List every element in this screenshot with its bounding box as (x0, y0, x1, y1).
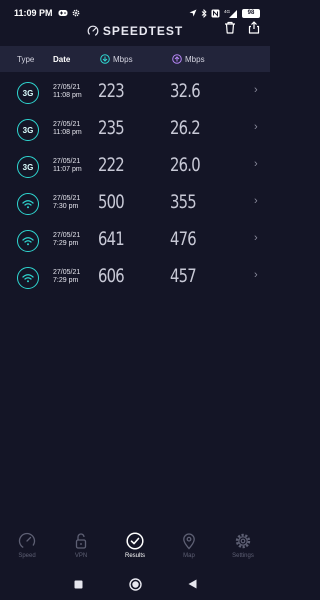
cellular-3g-icon: 3G (17, 82, 39, 104)
upload-value: 26.2 (170, 117, 201, 139)
nav-vpn[interactable]: VPN (54, 532, 108, 559)
results-table-header: Type Date Mbps Mbps (0, 46, 270, 72)
bottom-navigation: Speed VPN Results Map Settings (0, 532, 270, 568)
app-header: SPEEDTEST (0, 20, 270, 42)
nav-speed[interactable]: Speed (0, 532, 54, 559)
result-time: 11:07 pm (53, 166, 82, 173)
nav-vpn-label: VPN (74, 553, 88, 559)
wifi-icon (17, 193, 39, 215)
result-date: 27/05/21 (53, 195, 81, 202)
gauge-icon (87, 25, 99, 37)
download-value: 235 (98, 117, 125, 139)
download-arrow-icon (100, 54, 110, 64)
settings-gear-icon (72, 9, 79, 17)
table-row[interactable]: 3G 27/05/21 11:08 pm 223 32.6 › (0, 74, 270, 111)
chevron-right-icon: › (254, 232, 258, 244)
app-title: SPEEDTEST (102, 24, 184, 38)
share-icon[interactable] (248, 21, 260, 34)
result-datetime: 27/05/21 11:08 pm (53, 84, 82, 100)
result-time: 7:30 pm (53, 203, 79, 210)
chevron-right-icon: › (254, 121, 258, 133)
back-triangle-icon[interactable] (188, 579, 197, 589)
upload-value: 26.0 (170, 154, 201, 176)
result-date: 27/05/21 (53, 269, 81, 276)
checkmark-circle-icon (126, 532, 144, 550)
svg-text:4G: 4G (224, 9, 231, 14)
location-arrow-icon (189, 9, 197, 17)
nav-settings-label: Settings (232, 553, 254, 559)
table-row[interactable]: 27/05/21 7:29 pm 641 476 › (0, 222, 270, 259)
download-value: 641 (98, 228, 125, 250)
wifi-icon (17, 230, 39, 252)
column-upload-label: Mbps (185, 54, 205, 64)
lock-icon (75, 533, 87, 549)
upload-value: 476 (170, 228, 197, 250)
nav-speed-label: Speed (18, 553, 36, 559)
table-row[interactable]: 27/05/21 7:29 pm 606 457 › (0, 259, 270, 296)
nav-map-label: Map (183, 553, 195, 559)
header-actions (224, 21, 260, 34)
app-logo: SPEEDTEST (87, 24, 183, 38)
result-date: 27/05/21 (53, 121, 81, 128)
result-date: 27/05/21 (53, 84, 81, 91)
chevron-right-icon: › (254, 269, 258, 281)
column-download[interactable]: Mbps (100, 54, 133, 64)
result-datetime: 27/05/21 7:30 pm (53, 195, 80, 211)
table-row[interactable]: 27/05/21 7:30 pm 500 355 › (0, 185, 270, 222)
gear-icon (235, 533, 251, 549)
nav-settings[interactable]: Settings (216, 532, 270, 559)
upload-value: 32.6 (170, 80, 201, 102)
table-row[interactable]: 3G 27/05/21 11:08 pm 235 26.2 › (0, 111, 270, 148)
download-value: 606 (98, 265, 125, 287)
download-value: 223 (98, 80, 125, 102)
nfc-icon (211, 9, 220, 17)
map-pin-icon (183, 533, 195, 550)
nav-map[interactable]: Map (162, 532, 216, 559)
upload-value: 355 (170, 191, 197, 213)
chevron-right-icon: › (254, 84, 258, 96)
trash-icon[interactable] (224, 21, 236, 34)
column-upload[interactable]: Mbps (172, 54, 205, 64)
result-time: 11:08 pm (53, 92, 82, 99)
cellular-3g-icon: 3G (17, 119, 39, 141)
recents-square-icon[interactable] (74, 580, 83, 589)
nav-results[interactable]: Results (108, 532, 162, 559)
speedometer-icon (18, 532, 36, 550)
result-datetime: 27/05/21 7:29 pm (53, 269, 80, 285)
result-time: 7:29 pm (53, 240, 79, 247)
result-time: 11:08 pm (53, 129, 82, 136)
status-time: 11:09 PM (14, 8, 53, 18)
bluetooth-icon (201, 8, 207, 18)
result-date: 27/05/21 (53, 232, 81, 239)
column-type[interactable]: Type (17, 55, 34, 64)
result-datetime: 27/05/21 7:29 pm (53, 232, 80, 248)
signal-icon: 4G (224, 9, 237, 18)
results-list: 3G 27/05/21 11:08 pm 223 32.6 › 3G 27/05… (0, 74, 270, 296)
result-date: 27/05/21 (53, 158, 81, 165)
column-date[interactable]: Date (53, 55, 70, 64)
wifi-icon (17, 267, 39, 289)
home-circle-icon[interactable] (128, 577, 142, 591)
upload-arrow-icon (172, 54, 182, 64)
chevron-right-icon: › (254, 195, 258, 207)
upload-value: 457 (170, 265, 197, 287)
chevron-right-icon: › (254, 158, 258, 170)
column-download-label: Mbps (113, 54, 133, 64)
table-row[interactable]: 3G 27/05/21 11:07 pm 222 26.0 › (0, 148, 270, 185)
result-datetime: 27/05/21 11:08 pm (53, 121, 82, 137)
system-navigation-bar (0, 574, 270, 594)
download-value: 222 (98, 154, 125, 176)
result-time: 7:29 pm (53, 277, 79, 284)
status-notification-icons (58, 9, 80, 17)
battery-icon: 98 (242, 8, 260, 18)
nav-results-label: Results (124, 553, 145, 559)
result-datetime: 27/05/21 11:07 pm (53, 158, 82, 174)
gamepad-icon (58, 10, 68, 16)
download-value: 500 (98, 191, 125, 213)
cellular-3g-icon: 3G (17, 156, 39, 178)
status-system-icons: 4G 98 (189, 8, 260, 18)
